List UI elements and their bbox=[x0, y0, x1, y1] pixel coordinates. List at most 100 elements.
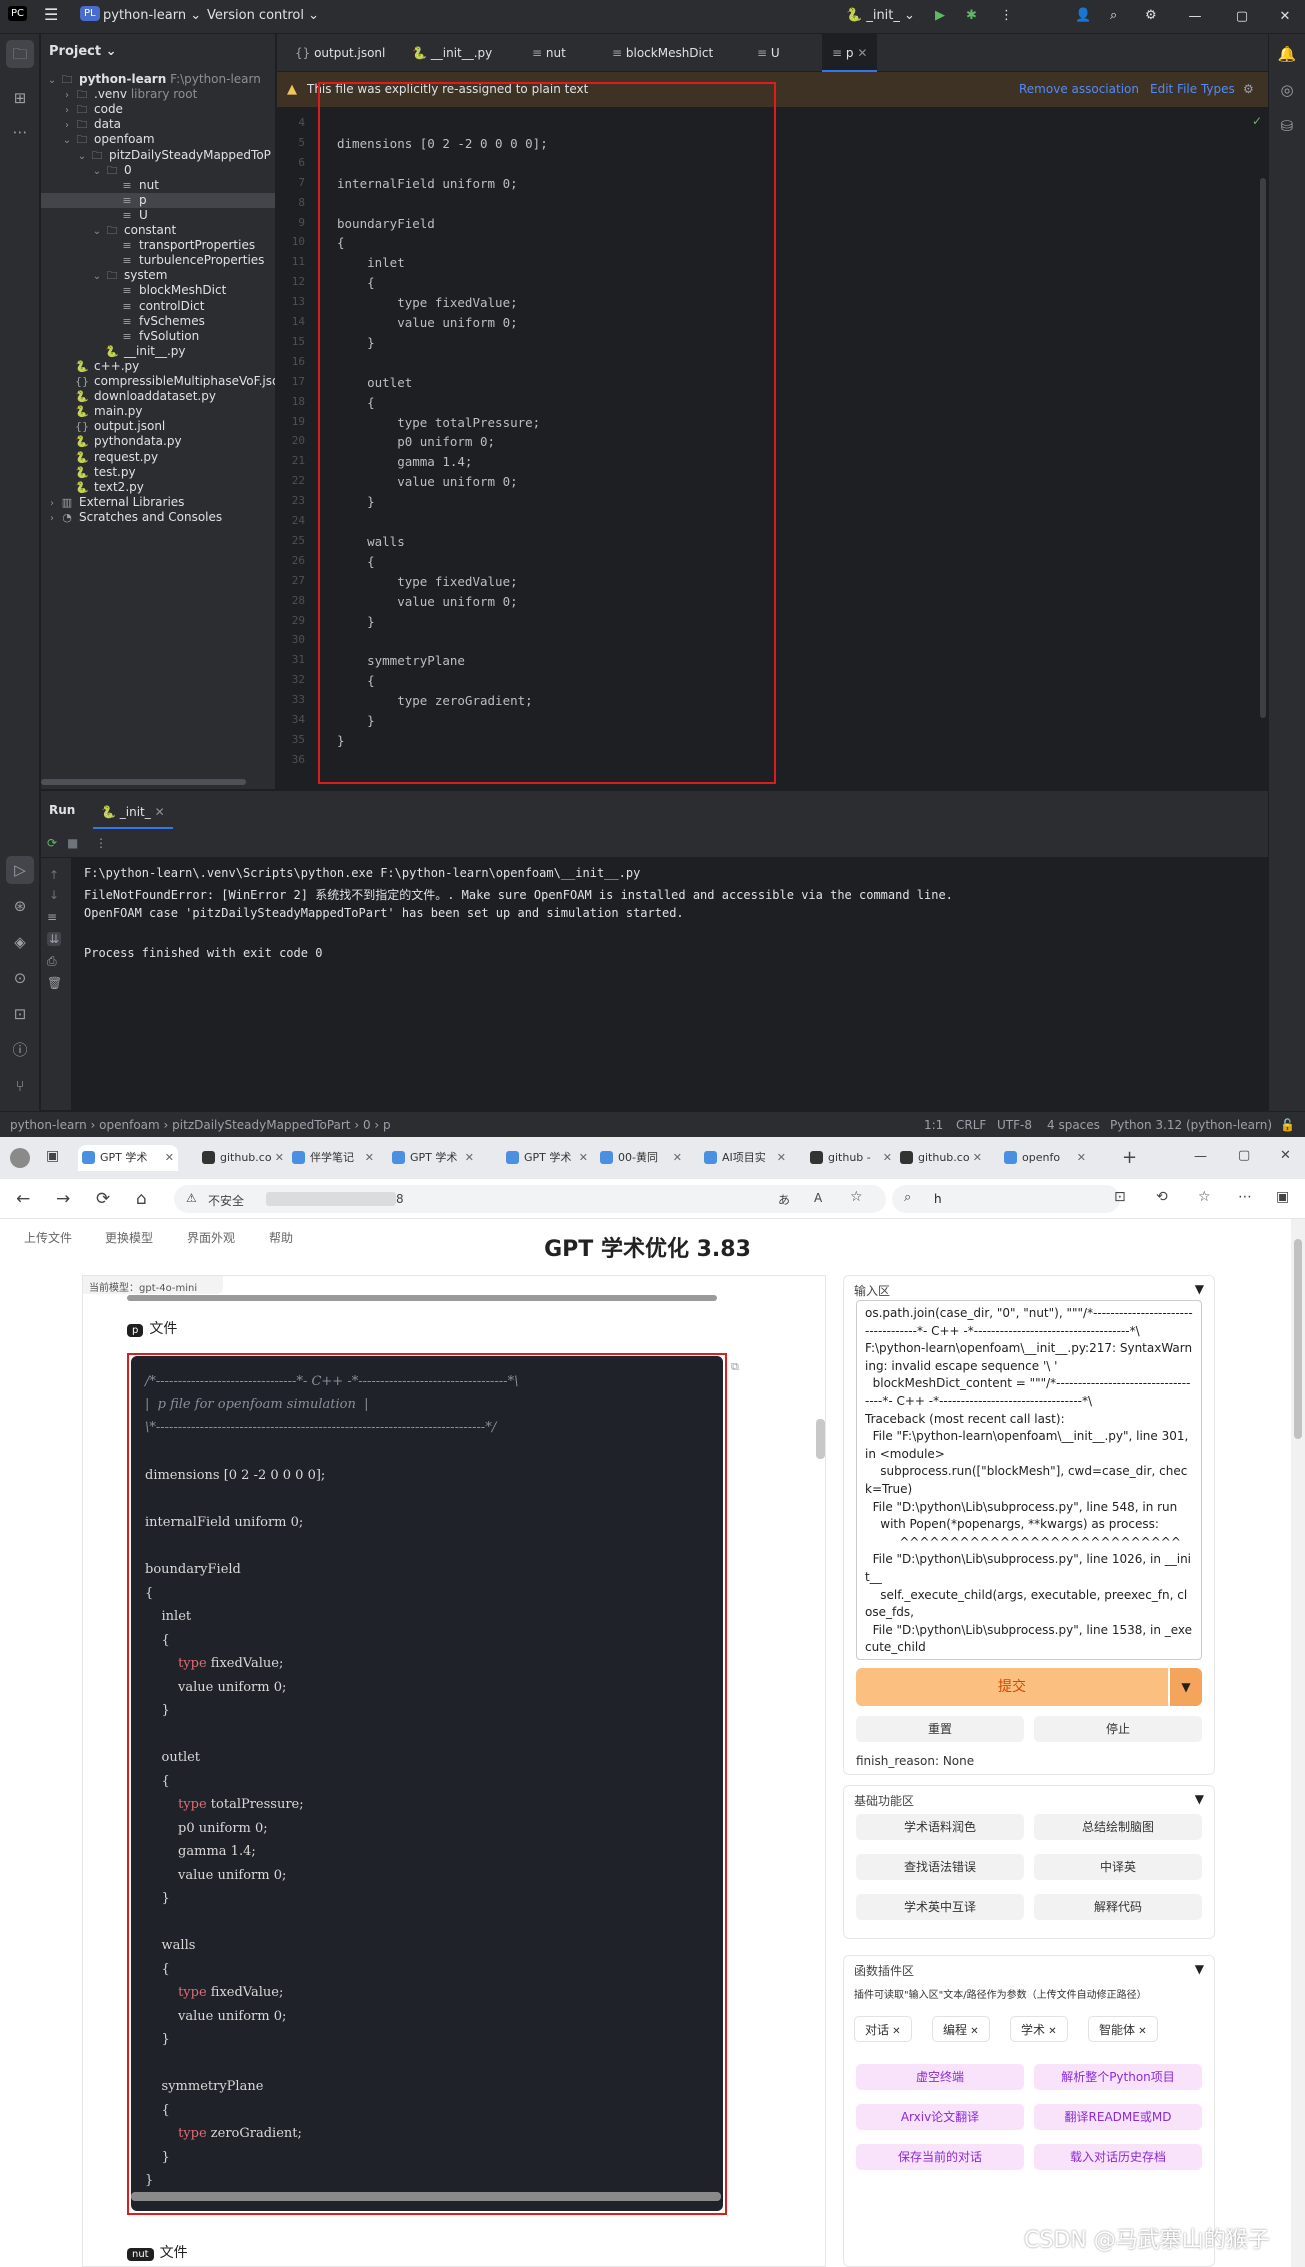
chevron-icon[interactable]: ⌄ bbox=[60, 133, 74, 148]
editor-tab[interactable]: ≡ p ✕ bbox=[822, 34, 878, 72]
minimize-icon[interactable]: — bbox=[1175, 5, 1215, 29]
browser-tab[interactable]: GPT 学术 ✕ bbox=[78, 1145, 178, 1171]
editor-tab[interactable]: ≡ U bbox=[747, 34, 790, 72]
maximize-icon[interactable]: ▢ bbox=[1222, 5, 1262, 29]
tree-item[interactable]: {} output.jsonl bbox=[41, 419, 275, 434]
tree-item[interactable]: › ▥ External Libraries bbox=[41, 495, 275, 510]
clear-icon[interactable]: 🗑 bbox=[47, 976, 62, 990]
plugin-category-chip[interactable]: 对话 ✕ bbox=[854, 2016, 912, 2042]
editor-tab[interactable]: ≡ blockMeshDict bbox=[602, 34, 723, 72]
tab-close-icon[interactable]: ✕ bbox=[854, 46, 867, 60]
browser-tab[interactable]: openfo ✕ bbox=[1000, 1145, 1090, 1171]
tree-item[interactable]: ⌄ 🗀 pitzDailySteadyMappedToP bbox=[41, 148, 275, 163]
breadcrumb-item[interactable]: openfoam bbox=[99, 1118, 160, 1132]
lock-icon[interactable]: 🔓 bbox=[1280, 1118, 1295, 1132]
workspaces-icon[interactable]: ▣ bbox=[46, 1148, 59, 1164]
tree-item[interactable]: 🐍 __init__.py bbox=[41, 344, 275, 359]
line-separator[interactable]: CRLF bbox=[956, 1118, 986, 1132]
inspection-ok-icon[interactable]: ✓ bbox=[1252, 114, 1262, 128]
main-menu-icon[interactable]: ☰ bbox=[44, 5, 58, 24]
tree-item[interactable]: › 🗀 .venv library root bbox=[41, 87, 275, 102]
plugin-category-chip[interactable]: 智能体 ✕ bbox=[1088, 2016, 1158, 2042]
project-tool-icon[interactable]: 🗀 bbox=[6, 40, 34, 68]
python-interpreter[interactable]: Python 3.12 (python-learn) bbox=[1110, 1118, 1272, 1132]
chevron-icon[interactable]: › bbox=[60, 103, 74, 118]
chevron-icon[interactable]: ⌄ bbox=[90, 164, 104, 179]
tree-item[interactable]: ⌄ 🗀 constant bbox=[41, 223, 275, 238]
tree-item[interactable]: 🐍 request.py bbox=[41, 450, 275, 465]
browser-tab-close-icon[interactable]: ✕ bbox=[275, 1145, 284, 1171]
run-tool-icon[interactable]: ▷ bbox=[6, 856, 34, 884]
breadcrumb-item[interactable]: pitzDailySteadyMappedToPart bbox=[172, 1118, 350, 1132]
tree-item[interactable]: ≡ turbulenceProperties bbox=[41, 253, 275, 268]
basic-function-button[interactable]: 学术语料润色 bbox=[856, 1814, 1024, 1840]
terminal-icon[interactable]: ⊡ bbox=[6, 1000, 34, 1028]
editor-tab[interactable]: ≡ nut bbox=[522, 34, 576, 72]
run-config-selector[interactable]: 🐍 _init_ ⌄ bbox=[846, 8, 915, 23]
remove-association-link[interactable]: Remove association bbox=[1019, 82, 1139, 96]
basic-function-button[interactable]: 中译英 bbox=[1034, 1854, 1202, 1880]
browser-tab-close-icon[interactable]: ✕ bbox=[579, 1145, 588, 1171]
browser-tab[interactable]: AI项目实 ✕ bbox=[700, 1145, 790, 1171]
search-icon[interactable]: ⌕ bbox=[1110, 8, 1117, 23]
tree-item[interactable]: ≡ controlDict bbox=[41, 299, 275, 314]
browser-tab[interactable]: github - ✕ bbox=[806, 1145, 896, 1171]
browser-tab-close-icon[interactable]: ✕ bbox=[365, 1145, 374, 1171]
project-panel-header[interactable]: Project ⌄ bbox=[41, 34, 275, 72]
browser-tab[interactable]: github.co ✕ bbox=[896, 1145, 986, 1171]
new-tab-icon[interactable]: + bbox=[1122, 1147, 1137, 1168]
editor-tab[interactable]: {} output.jsonl bbox=[285, 34, 395, 72]
edit-file-types-link[interactable]: Edit File Types bbox=[1150, 82, 1235, 96]
browser-menu-icon[interactable]: ⋯ bbox=[1238, 1189, 1252, 1205]
chat-top-scrollbar[interactable] bbox=[127, 1295, 717, 1301]
tree-item[interactable]: 🐍 pythondata.py bbox=[41, 434, 275, 449]
tree-item[interactable]: ⌄ 🗀 openfoam bbox=[41, 132, 275, 148]
refresh-icon[interactable]: ⟳ bbox=[96, 1189, 110, 1209]
browser-tab-close-icon[interactable]: ✕ bbox=[777, 1145, 786, 1171]
chevron-icon[interactable]: ⌄ bbox=[45, 73, 59, 88]
scroll-down-icon[interactable]: ↓ bbox=[49, 888, 59, 902]
browser-tab[interactable]: 00-黄同 ✕ bbox=[596, 1145, 686, 1171]
favorites-icon[interactable]: ☆ bbox=[1198, 1189, 1211, 1205]
browser-tab[interactable]: 伴学笔记 ✕ bbox=[288, 1145, 378, 1171]
browser-tab-close-icon[interactable]: ✕ bbox=[465, 1145, 474, 1171]
chevron-icon[interactable]: › bbox=[60, 118, 74, 133]
tree-item[interactable]: 🐍 text2.py bbox=[41, 480, 275, 495]
run-tab-close-icon[interactable]: ✕ bbox=[155, 805, 165, 819]
soft-wrap-icon[interactable]: ≡ bbox=[47, 910, 57, 924]
reset-button[interactable]: 重置 bbox=[856, 1716, 1024, 1742]
chip-close-icon[interactable]: ✕ bbox=[1045, 2026, 1056, 2037]
tree-item[interactable]: {} compressibleMultiphaseVoF.jso bbox=[41, 374, 275, 389]
run-more-icon[interactable]: ⋮ bbox=[95, 836, 107, 850]
run-tab[interactable]: 🐍 _init_ ✕ bbox=[93, 795, 173, 829]
settings-gear-icon[interactable]: ⚙ bbox=[1145, 8, 1157, 23]
extensions-icon[interactable]: ⟲ bbox=[1156, 1189, 1168, 1205]
collapse-triangle-icon[interactable]: ▼ bbox=[1195, 1962, 1204, 1976]
tree-item[interactable]: ≡ transportProperties bbox=[41, 238, 275, 253]
chat-scrollbar-thumb[interactable] bbox=[816, 1419, 825, 1459]
browser-tab-close-icon[interactable]: ✕ bbox=[883, 1145, 892, 1171]
browser-maximize-icon[interactable]: ▢ bbox=[1238, 1148, 1250, 1163]
tree-item[interactable]: ≡ U bbox=[41, 208, 275, 223]
tree-item[interactable]: ≡ p bbox=[41, 192, 275, 208]
plugin-button[interactable]: 载入对话历史存档 bbox=[1034, 2144, 1202, 2170]
browser-search-box[interactable]: ⌕ h bbox=[892, 1185, 1120, 1213]
basic-function-button[interactable]: 解释代码 bbox=[1034, 1894, 1202, 1920]
print-icon[interactable]: ⎙ bbox=[47, 954, 57, 969]
debug-icon[interactable]: ✱ bbox=[966, 8, 977, 23]
browser-tab[interactable]: GPT 学术 ✕ bbox=[502, 1145, 592, 1171]
browser-tab-close-icon[interactable]: ✕ bbox=[673, 1145, 682, 1171]
project-switcher[interactable]: python-learn ⌄ bbox=[103, 8, 201, 23]
tree-item[interactable]: ≡ nut bbox=[41, 178, 275, 193]
split-screen-icon[interactable]: ⊡ bbox=[1114, 1189, 1126, 1205]
browser-tab[interactable]: github.co ✕ bbox=[198, 1145, 288, 1171]
profile-avatar-icon[interactable] bbox=[10, 1148, 30, 1168]
browser-tab-close-icon[interactable]: ✕ bbox=[165, 1145, 174, 1171]
browser-close-icon[interactable]: ✕ bbox=[1280, 1148, 1291, 1163]
file-encoding[interactable]: UTF-8 bbox=[997, 1118, 1032, 1132]
chip-close-icon[interactable]: ✕ bbox=[967, 2026, 978, 2037]
tree-item[interactable]: › 🗀 data bbox=[41, 117, 275, 133]
favorite-star-icon[interactable]: ☆ bbox=[850, 1189, 863, 1205]
account-icon[interactable]: 👤 bbox=[1075, 8, 1091, 23]
run-icon[interactable]: ▶ bbox=[935, 8, 945, 23]
